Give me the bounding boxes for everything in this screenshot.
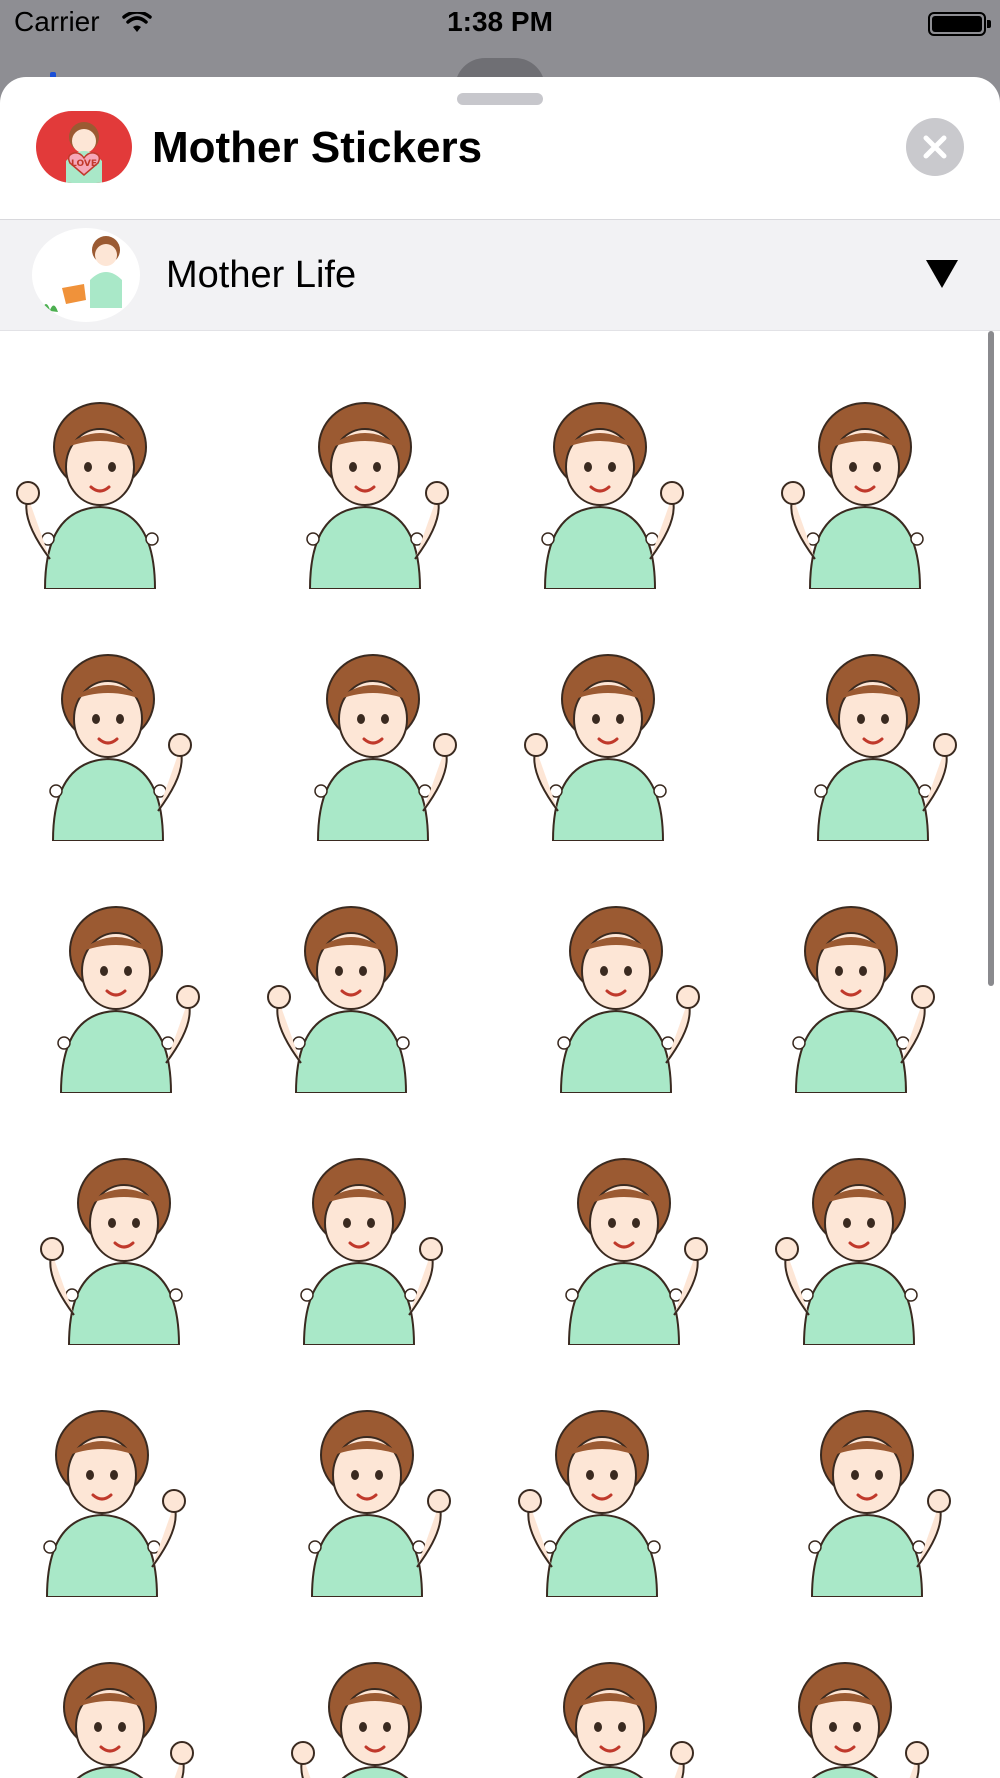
- sticker-washing-dishes[interactable]: [754, 893, 964, 1094]
- battery-icon: [928, 12, 991, 36]
- status-time: 1:38 PM: [447, 6, 553, 37]
- sticker-thumbs-up[interactable]: [10, 1397, 220, 1598]
- sticker-waiting-clock[interactable]: [754, 641, 964, 842]
- sticker-clapping-laugh[interactable]: [10, 1145, 220, 1346]
- sticker-frying-pan[interactable]: [506, 1397, 716, 1598]
- sticker-apron-spatula[interactable]: [506, 641, 716, 842]
- svg-text:LOVE: LOVE: [71, 159, 97, 169]
- triangle-down-icon[interactable]: [922, 256, 962, 292]
- sticker-sheet: LOVE Mother Stickers Mother Life: [0, 77, 1000, 1778]
- close-button[interactable]: [906, 118, 964, 176]
- status-bar: Carrier 1:38 PM: [0, 0, 1000, 50]
- sticker-headache[interactable]: [258, 1649, 468, 1778]
- sticker-hugging-bear[interactable]: [10, 893, 220, 1094]
- sticker-face-mask-bed[interactable]: [506, 1145, 716, 1346]
- sticker-traffic-light[interactable]: [754, 389, 964, 590]
- sticker-watering-plants[interactable]: [10, 389, 220, 590]
- app-title: Mother Stickers: [152, 123, 483, 172]
- mother-watering-plants-thumbnail: [32, 228, 140, 322]
- close-icon: [923, 135, 947, 159]
- pack-name: Mother Life: [166, 254, 357, 296]
- sticker-sick-in-bed[interactable]: [258, 389, 468, 590]
- sticker-blushing[interactable]: [754, 1145, 964, 1346]
- sticker-phone-call-happy[interactable]: [258, 1145, 468, 1346]
- sticker-fanning-hot[interactable]: [258, 893, 468, 1094]
- app-header: LOVE Mother Stickers: [0, 77, 1000, 220]
- sticker-holding-puppy[interactable]: [10, 641, 220, 842]
- sticker-relaxing-lounge-chair[interactable]: [506, 389, 716, 590]
- sticker-fruit-basket[interactable]: [506, 893, 716, 1094]
- sticker-pack-selector[interactable]: Mother Life: [0, 220, 1000, 331]
- sticker-cooking-greens[interactable]: [258, 641, 468, 842]
- sticker-laughing-hard[interactable]: [10, 1649, 220, 1778]
- scrollbar[interactable]: [988, 331, 994, 986]
- mother-love-sticker-icon: LOVE: [36, 111, 132, 183]
- sticker-angry-fist[interactable]: [258, 1397, 468, 1598]
- sticker-ok-sign[interactable]: [506, 1649, 716, 1778]
- sticker-peace-signs[interactable]: [754, 1397, 964, 1598]
- sticker-pointing-wink[interactable]: [754, 1649, 964, 1778]
- sticker-grid: [0, 331, 1000, 1778]
